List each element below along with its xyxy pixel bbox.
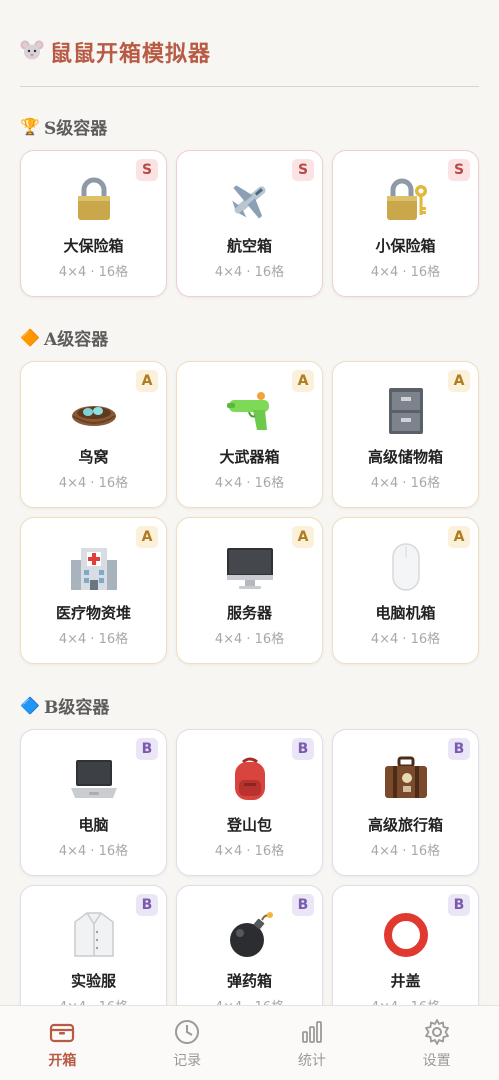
padlock-icon [77, 177, 110, 220]
padlock-key-icon [386, 178, 427, 220]
container-card-small-safe[interactable]: S 小保险箱 4×4 · 16格 [332, 150, 479, 297]
container-size: 4×4 · 16格 [58, 476, 129, 491]
trophy-icon: 🏆 [20, 117, 40, 136]
container-card-big-weapon-box[interactable]: A 大武器箱 4×4 · 16格 [176, 361, 323, 508]
container-size: 4×4 · 16格 [214, 476, 285, 491]
clock-icon [175, 1020, 200, 1044]
container-size: 4×4 · 16格 [214, 632, 285, 647]
container-name: 鸟窝 [78, 448, 109, 466]
container-name: 电脑 [78, 816, 109, 834]
app-header: 鼠鼠开箱模拟器 [20, 28, 479, 87]
container-name: 小保险箱 [375, 237, 436, 255]
container-card-advanced-travel-case[interactable]: B 高级旅行箱 4×4 · 16格 [332, 729, 479, 876]
section-title-s: 🏆 S级容器 [20, 114, 107, 139]
container-size: 4×4 · 16格 [214, 844, 285, 859]
section-title-a: 🔶 A级容器 [20, 325, 108, 350]
container-size: 4×4 · 16格 [58, 632, 129, 647]
tab-statistics[interactable]: 统计 [250, 1006, 375, 1080]
container-card-medical-supplies[interactable]: A 医疗物资堆 4×4 · 16格 [20, 517, 167, 664]
container-size: 4×4 · 16格 [370, 265, 441, 280]
grid-s-tier: S 大保险箱 4×4 · 16格 S 航空箱 4×4 · 16格 S 小保险箱 … [20, 150, 479, 297]
container-size: 4×4 · 16格 [58, 844, 129, 859]
container-size: 4×4 · 16格 [370, 632, 441, 647]
tab-records[interactable]: 记录 [125, 1006, 250, 1080]
container-card-nest[interactable]: A 鸟窝 4×4 · 16格 [20, 361, 167, 508]
suitcase-icon [384, 756, 427, 798]
tab-settings[interactable]: 设置 [374, 1006, 499, 1080]
container-card-pc-case[interactable]: A 电脑机箱 4×4 · 16格 [332, 517, 479, 664]
desktop-computer-icon [226, 548, 273, 589]
laptop-icon [70, 760, 117, 798]
section-title-label: B级容器 [44, 698, 110, 718]
container-name: 高级旅行箱 [367, 816, 443, 834]
container-name: 弹药箱 [226, 972, 272, 990]
mouse-face-icon [20, 40, 44, 60]
container-name: 航空箱 [226, 237, 272, 255]
container-name: 井盖 [390, 972, 421, 990]
section-title-b: 🔷 B级容器 [20, 693, 109, 718]
container-name: 电脑机箱 [375, 604, 436, 622]
bar-chart-icon [301, 1021, 322, 1043]
tier-badge: S [448, 159, 470, 181]
tier-badge: B [136, 894, 158, 916]
tab-open-box[interactable]: 开箱 [0, 1006, 125, 1080]
container-name: 医疗物资堆 [55, 604, 131, 622]
orange-diamond-icon: 🔶 [20, 328, 40, 347]
tier-badge: A [448, 370, 470, 392]
tier-badge: B [136, 738, 158, 760]
tab-label: 设置 [422, 1053, 451, 1069]
blue-diamond-icon: 🔷 [20, 696, 40, 715]
container-name: 服务器 [226, 604, 272, 622]
red-ring-icon [383, 913, 428, 957]
tier-badge: B [292, 894, 314, 916]
container-card-big-safe[interactable]: S 大保险箱 4×4 · 16格 [20, 150, 167, 297]
container-name: 登山包 [226, 816, 272, 834]
section-title-label: S级容器 [44, 119, 108, 139]
tier-badge: A [136, 370, 158, 392]
container-size: 4×4 · 16格 [370, 476, 441, 491]
nest-icon [71, 406, 116, 426]
mouse-device-icon [391, 543, 420, 591]
tier-badge: A [292, 526, 314, 548]
hospital-icon [70, 548, 117, 590]
backpack-icon [234, 757, 265, 800]
tab-label: 开箱 [48, 1053, 77, 1069]
container-size: 4×4 · 16格 [370, 844, 441, 859]
tab-label: 统计 [297, 1053, 326, 1069]
tier-badge: B [292, 738, 314, 760]
container-size: 4×4 · 16格 [58, 265, 129, 280]
tier-badge: B [448, 738, 470, 760]
tier-badge: S [136, 159, 158, 181]
section-title-label: A级容器 [44, 330, 109, 350]
container-card-advanced-storage[interactable]: A 高级储物箱 4×4 · 16格 [332, 361, 479, 508]
container-card-computer[interactable]: B 电脑 4×4 · 16格 [20, 729, 167, 876]
lab-coat-icon [73, 912, 114, 957]
tier-badge: A [448, 526, 470, 548]
tier-badge: A [292, 370, 314, 392]
airplane-icon [231, 185, 265, 219]
container-name: 大武器箱 [219, 448, 280, 466]
tier-badge: S [292, 159, 314, 181]
tab-label: 记录 [173, 1053, 202, 1069]
gear-icon [424, 1019, 449, 1045]
grid-b-tier: B 电脑 4×4 · 16格 B 登山包 4×4 · 16格 B 高级旅行箱 4… [20, 729, 479, 1032]
grid-a-tier: A 鸟窝 4×4 · 16格 A 大武器箱 4×4 · 16格 A 高级储物箱 … [20, 361, 479, 664]
box-icon [50, 1023, 75, 1043]
file-cabinet-icon [388, 388, 423, 434]
container-card-backpack[interactable]: B 登山包 4×4 · 16格 [176, 729, 323, 876]
bottom-tab-bar: 开箱 记录 统计 设置 [0, 1005, 499, 1080]
container-size: 4×4 · 16格 [214, 265, 285, 280]
container-card-air-box[interactable]: S 航空箱 4×4 · 16格 [176, 150, 323, 297]
container-card-server[interactable]: A 服务器 4×4 · 16格 [176, 517, 323, 664]
container-name: 实验服 [70, 972, 116, 990]
bomb-icon [229, 912, 273, 957]
tier-badge: A [136, 526, 158, 548]
water-pistol-icon [226, 392, 269, 430]
tier-badge: B [448, 894, 470, 916]
container-name: 高级储物箱 [367, 448, 443, 466]
container-name: 大保险箱 [63, 237, 124, 255]
page-title: 鼠鼠开箱模拟器 [50, 41, 212, 67]
